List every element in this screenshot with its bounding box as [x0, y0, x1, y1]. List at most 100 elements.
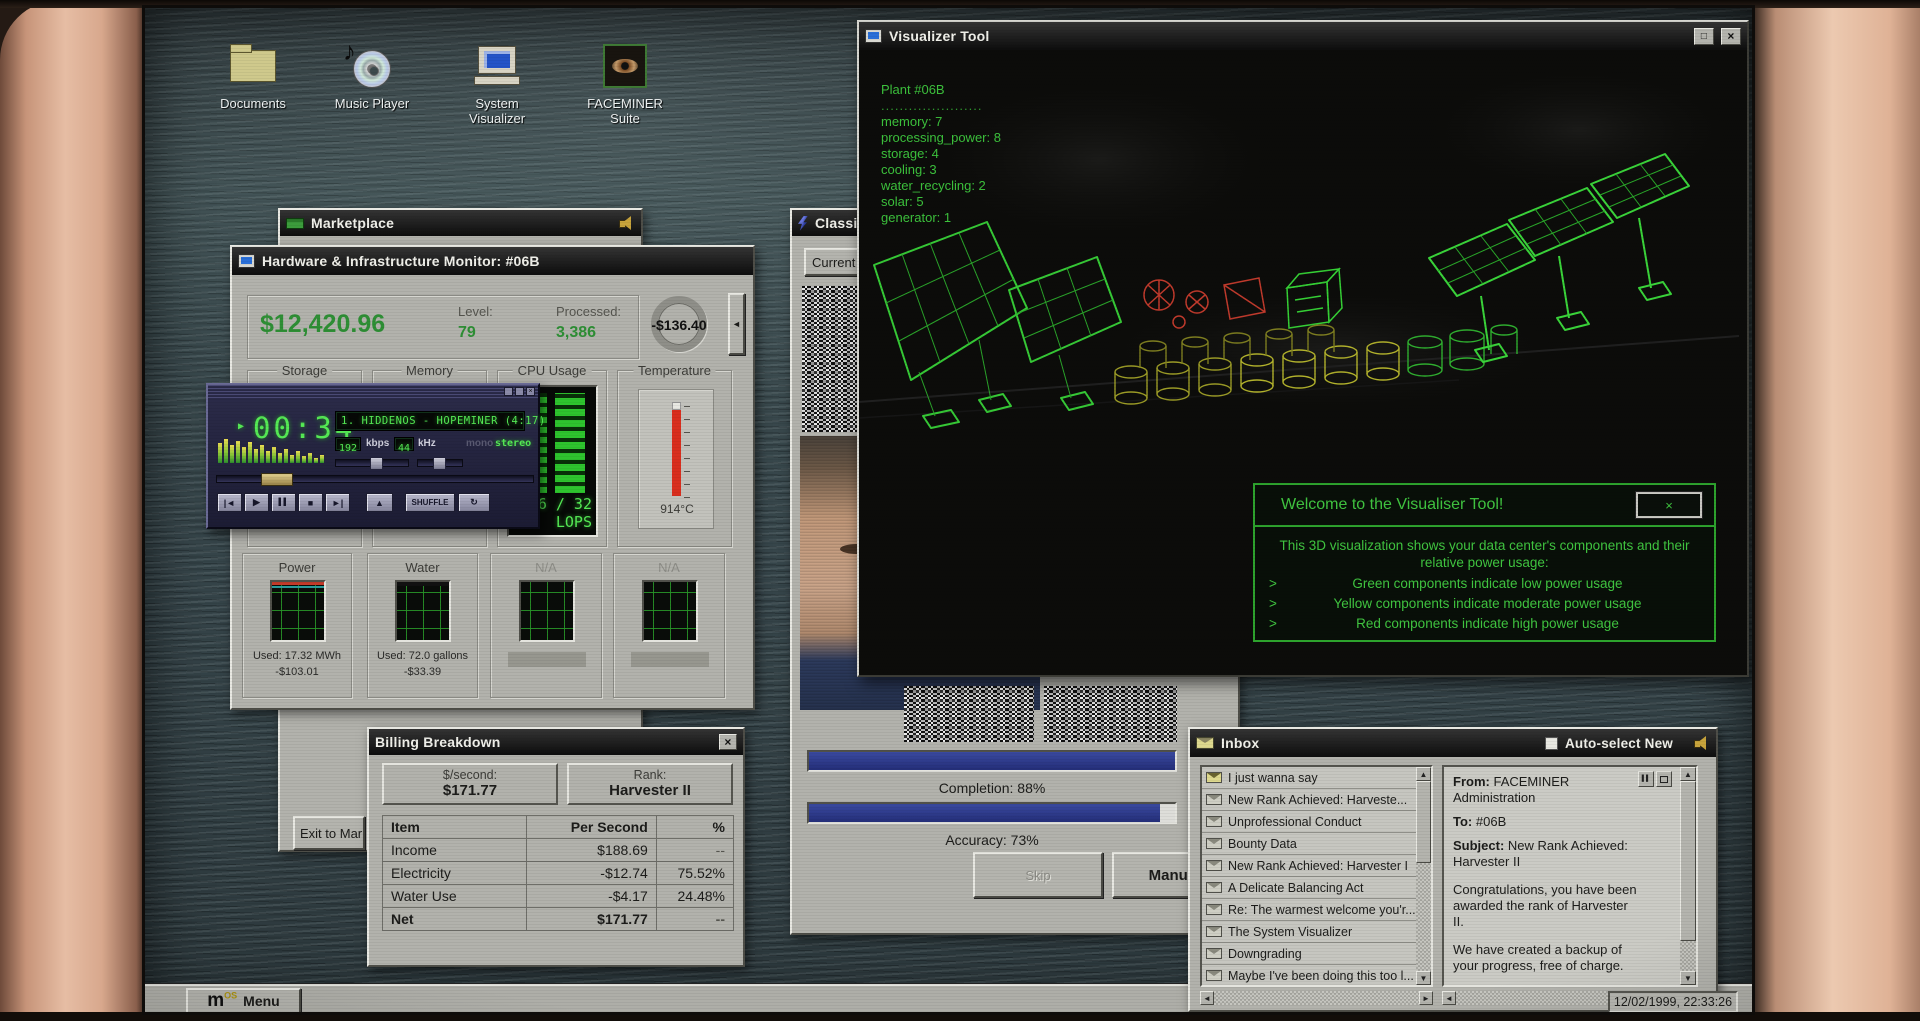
monitor-bezel-top [0, 0, 1920, 8]
auto-select-label: Auto-select New [1564, 735, 1673, 751]
scroll-right-icon[interactable]: ► [1419, 991, 1433, 1005]
stat-generator: generator: 1 [881, 210, 952, 225]
marketplace-titlebar[interactable]: Marketplace [280, 210, 641, 236]
power-used: Used: 17.32 MWh [252, 650, 342, 662]
plant-stats: Plant #06B ...................... memory… [881, 82, 1001, 226]
na-label: N/A [658, 560, 680, 575]
track-title-display: 1. HIDDENOS - HOPEMINER (4:17) [335, 411, 545, 431]
list-item[interactable]: New Rank Achieved: Harvester I [1202, 855, 1416, 877]
minimize-icon[interactable] [504, 387, 513, 396]
stat-processing-power: processing_power: 8 [881, 130, 1001, 145]
email-body-1: Congratulations, you have been awarded t… [1453, 882, 1637, 929]
na-placeholder-bar [631, 652, 709, 667]
computer-icon [470, 42, 524, 90]
visualizer-icon [865, 29, 882, 43]
cpu-label: CPU Usage [512, 363, 592, 378]
welcome-dialog-title: Welcome to the Visualiser Tool! [1281, 496, 1504, 513]
billing-titlebar[interactable]: Billing Breakdown × [369, 729, 743, 755]
scroll-left-icon[interactable]: ◄ [1442, 991, 1456, 1005]
seek-bar[interactable] [216, 473, 534, 486]
list-item[interactable]: I just wanna say [1202, 767, 1416, 789]
folder-icon [226, 42, 280, 90]
exit-to-marketplace-button[interactable]: Exit to Marl [293, 816, 365, 850]
list-item[interactable]: Bounty Data [1202, 833, 1416, 855]
close-icon[interactable]: × [719, 734, 737, 750]
menu-button[interactable]: mOS Menu [186, 988, 301, 1012]
desktop-icon-documents[interactable]: Documents [207, 42, 299, 111]
list-scrollbar[interactable]: ▲ ▼ [1416, 767, 1431, 985]
scrollbar-thumb[interactable] [1680, 781, 1696, 941]
list-item[interactable]: Maybe I've been doing this too l... [1202, 965, 1416, 985]
read-envelope-icon [1206, 816, 1222, 827]
list-item[interactable]: New Rank Achieved: Harveste... [1202, 789, 1416, 811]
na-screen [642, 580, 698, 642]
visualizer-titlebar[interactable]: Visualizer Tool □ × [859, 22, 1747, 50]
list-item[interactable]: Downgrading [1202, 943, 1416, 965]
monitor-titlebar[interactable]: Hardware & Infrastructure Monitor: #06B [232, 247, 753, 275]
list-item[interactable]: The System Visualizer [1202, 921, 1416, 943]
read-envelope-icon [1206, 904, 1222, 915]
stereo-indicator: stereo [495, 438, 532, 449]
pause-button[interactable]: ▌▌ [271, 493, 296, 512]
icon-label: System Visualizer [468, 96, 526, 126]
legend-yellow: > Yellow components indicate moderate po… [1269, 596, 1642, 611]
previous-button[interactable]: |◄ [217, 493, 242, 512]
billing-window: Billing Breakdown × $/second: $171.77 Ra… [367, 727, 745, 967]
stat-memory: memory: 7 [881, 114, 943, 129]
welcome-dialog: Welcome to the Visualiser Tool! × This 3… [1253, 483, 1716, 642]
memory-label: Memory [401, 363, 458, 378]
scrollbar-thumb[interactable] [1416, 781, 1431, 863]
email-content: From: FACEMINER Administration To: #06B … [1453, 774, 1641, 974]
resource-na-2: N/A [613, 553, 725, 698]
shuffle-button[interactable]: SHUFFLE [405, 493, 455, 512]
inbox-icon [1196, 737, 1214, 749]
popout-button[interactable] [1656, 771, 1672, 787]
stat-storage: storage: 4 [881, 146, 939, 161]
play-button[interactable]: ▶ [244, 493, 269, 512]
scroll-up-icon[interactable]: ▲ [1416, 767, 1431, 781]
scroll-down-icon[interactable]: ▼ [1680, 971, 1696, 985]
water-used: Used: 72.0 gallons [376, 650, 469, 662]
desktop-icon-music-player[interactable]: ♪ Music Player [326, 36, 418, 111]
na-placeholder-bar [508, 652, 586, 667]
email-scrollbar[interactable]: ▲ ▼ [1680, 767, 1696, 985]
auto-select-checkbox[interactable] [1544, 736, 1558, 750]
scroll-down-icon[interactable]: ▼ [1416, 971, 1431, 985]
scroll-up-icon[interactable]: ▲ [1680, 767, 1696, 781]
inbox-titlebar[interactable]: Inbox Auto-select New [1190, 729, 1716, 757]
list-item[interactable]: A Delicate Balancing Act [1202, 877, 1416, 899]
speaker-icon[interactable] [619, 216, 635, 230]
monitor-bezel-left [0, 0, 145, 1021]
skip-button[interactable]: Skip [973, 852, 1103, 898]
balance-value: $12,420.96 [260, 310, 386, 338]
list-item[interactable]: Re: The warmest welcome you'r... [1202, 899, 1416, 921]
close-icon[interactable]: × [1721, 27, 1741, 45]
close-icon[interactable]: × [1636, 492, 1702, 518]
read-envelope-icon [1206, 838, 1222, 849]
list-hscrollbar[interactable]: ◄ ► [1200, 991, 1433, 1005]
classifier-icon [798, 215, 808, 231]
eject-button[interactable]: ▲ [366, 493, 393, 512]
desktop-icon-system-visualizer[interactable]: System Visualizer [451, 42, 543, 126]
shade-icon[interactable] [515, 387, 524, 396]
na-screen [519, 580, 575, 642]
stop-button[interactable]: ■ [298, 493, 323, 512]
panel-collapse-button[interactable]: ◄ [728, 293, 745, 355]
scroll-left-icon[interactable]: ◄ [1200, 991, 1214, 1005]
speaker-icon[interactable] [1694, 736, 1710, 750]
read-envelope-icon [1206, 948, 1222, 959]
repeat-button[interactable]: ↻ [458, 493, 490, 512]
close-icon[interactable]: × [526, 387, 535, 396]
volume-slider[interactable] [335, 457, 409, 470]
desktop-icon-faceminer-suite[interactable]: FACEMINER Suite [579, 42, 671, 126]
completion-label: Completion: 88% [938, 780, 1046, 796]
pause-feed-button[interactable]: ▌▌ [1638, 771, 1654, 787]
list-item[interactable]: Unprofessional Conduct [1202, 811, 1416, 833]
player-titlebar[interactable]: × [208, 385, 538, 398]
eye-icon [598, 42, 652, 90]
balance-slider[interactable] [417, 457, 463, 470]
plant-id: Plant #06B [881, 82, 945, 97]
maximize-icon[interactable]: □ [1694, 27, 1714, 45]
next-button[interactable]: ►| [325, 493, 350, 512]
read-envelope-icon [1206, 860, 1222, 871]
